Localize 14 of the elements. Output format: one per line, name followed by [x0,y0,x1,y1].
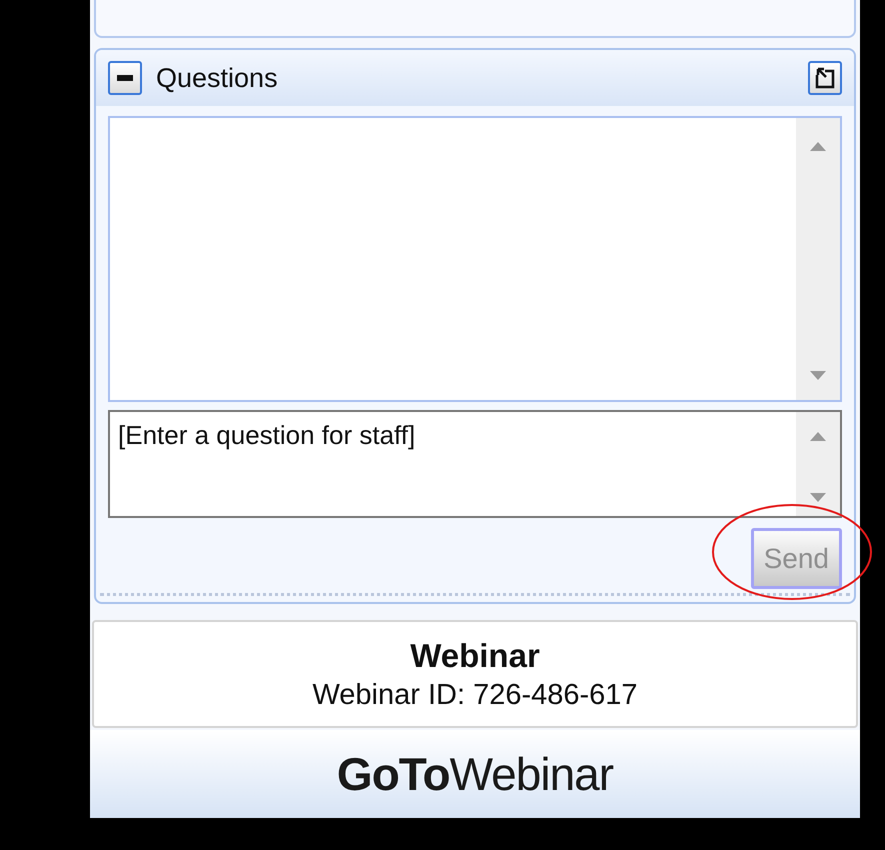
scrollbar[interactable] [796,118,840,400]
scrollbar[interactable] [796,412,840,516]
scroll-down-icon[interactable] [808,370,828,382]
scroll-up-icon[interactable] [808,430,828,442]
pop-out-icon [815,67,835,89]
webinar-id: Webinar ID: 726-486-617 [312,678,638,712]
webinar-title: Webinar [410,636,540,674]
minus-icon [117,75,133,81]
scroll-up-icon[interactable] [808,140,828,152]
panel-title: Questions [156,62,278,94]
collapse-button[interactable] [108,61,142,95]
scroll-down-icon[interactable] [808,492,828,504]
logo: GoToWebinar [336,747,614,801]
pop-out-button[interactable] [808,61,842,95]
